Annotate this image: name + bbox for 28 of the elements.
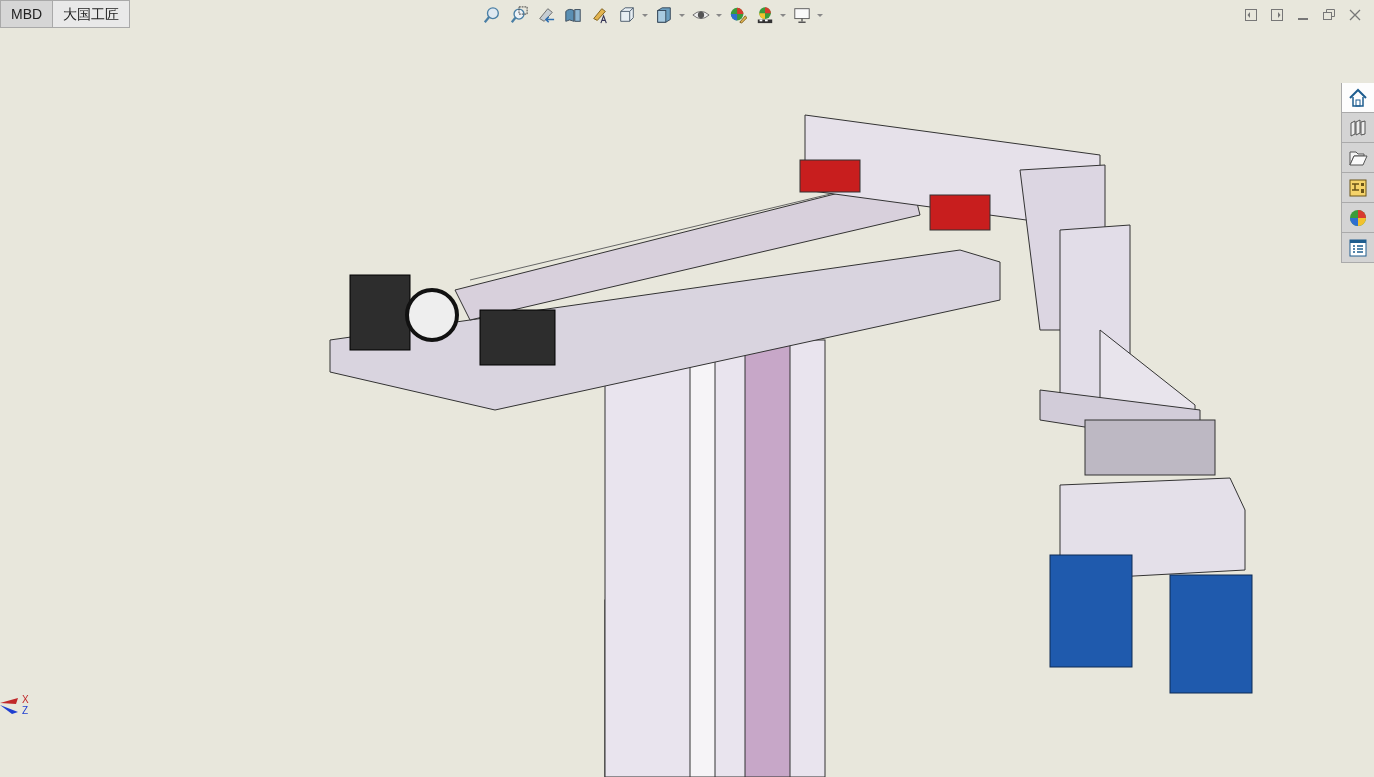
caret-icon[interactable] [641, 11, 649, 19]
caret-icon[interactable] [715, 11, 723, 19]
home-icon [1348, 87, 1368, 108]
dock-right-icon[interactable] [1270, 8, 1284, 22]
zoom-fit-icon [483, 6, 501, 24]
close-icon[interactable] [1348, 8, 1362, 22]
palette-icon [1348, 177, 1368, 198]
dock-left-icon[interactable] [1244, 8, 1258, 22]
scene-ball-icon [756, 6, 774, 24]
caret-icon[interactable] [779, 11, 787, 19]
tab[interactable]: 大国工匠 [53, 1, 130, 27]
task-pane-tab[interactable] [1342, 83, 1374, 113]
annotation-icon [591, 6, 609, 24]
shaded-cube-icon [655, 6, 673, 24]
axis-label: X [22, 694, 29, 705]
axis-label: Z [22, 705, 29, 716]
zoom-area-icon [510, 6, 528, 24]
color-ball-icon [1348, 207, 1368, 228]
camera-arrow-icon [537, 6, 555, 24]
restore-icon[interactable] [1322, 8, 1336, 22]
tab[interactable]: MBD [1, 1, 54, 27]
caret-icon[interactable] [678, 11, 686, 19]
books-icon [1348, 117, 1368, 138]
cube-icon [618, 6, 636, 24]
color-ball-pencil-icon [729, 6, 747, 24]
monitor-icon [793, 6, 811, 24]
caret-icon[interactable] [816, 11, 824, 19]
list-icon [1348, 237, 1368, 258]
